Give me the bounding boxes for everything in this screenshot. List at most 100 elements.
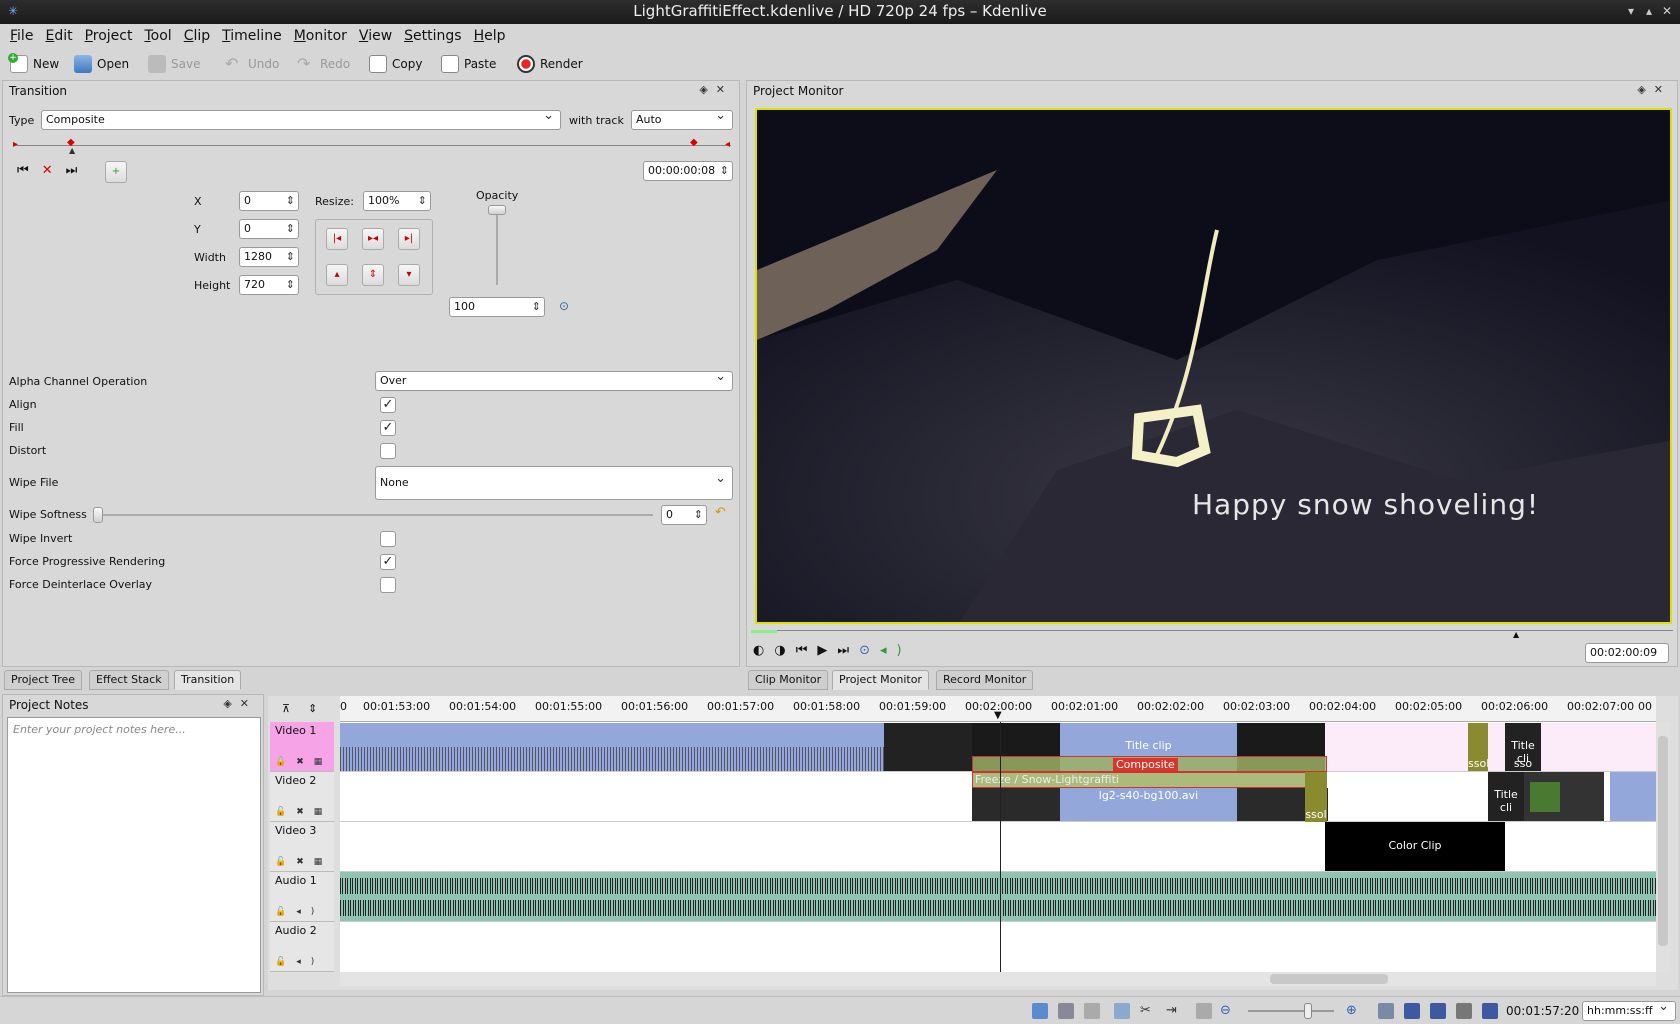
align-left-button[interactable]: |◂: [326, 228, 348, 250]
transition-dissolve[interactable]: ssol: [1305, 772, 1327, 822]
keyframe-marker[interactable]: ◆: [690, 137, 698, 148]
track-area[interactable]: Title clip Title cli sso Composite Freeze…: [340, 722, 1656, 972]
align-right-button[interactable]: ▸|: [398, 228, 420, 250]
x-field[interactable]: 0: [239, 191, 299, 211]
keyframe-cursor[interactable]: ▲: [69, 146, 75, 155]
markers-icon[interactable]: [1456, 1003, 1472, 1019]
distort-checkbox[interactable]: [380, 443, 396, 459]
show-audio-icon[interactable]: [1430, 1003, 1446, 1019]
notes-textarea[interactable]: Enter your project notes here...: [7, 717, 261, 993]
wipe-softness-field[interactable]: 0: [661, 505, 707, 525]
volume-icon[interactable]: ◂): [880, 643, 912, 658]
clip-video1-thumb[interactable]: [884, 723, 972, 771]
timeline-hscroll-handle[interactable]: [1270, 974, 1388, 984]
panel-controls[interactable]: ◈✕: [1637, 83, 1671, 96]
wipe-file-select[interactable]: None: [375, 463, 733, 500]
render-button[interactable]: Render: [517, 54, 583, 74]
track-header-video3[interactable]: Video 3 🔓✖▦: [270, 822, 334, 872]
clip-video1-pink2[interactable]: [1541, 723, 1656, 771]
menu-edit[interactable]: Edit: [39, 24, 78, 48]
minimize-icon[interactable]: ▾: [1624, 4, 1638, 18]
new-button[interactable]: + New: [8, 53, 59, 74]
align-top-button[interactable]: ▴: [326, 264, 348, 286]
show-video-thumb-icon[interactable]: [1404, 1003, 1420, 1019]
wipe-invert-checkbox[interactable]: [380, 531, 396, 547]
tab-project-monitor[interactable]: Project Monitor: [832, 670, 929, 690]
save-button[interactable]: Save: [148, 54, 200, 74]
keyframe-start-marker[interactable]: ▸: [13, 139, 18, 150]
reset-icon[interactable]: ↶: [715, 505, 726, 520]
track-icons[interactable]: 🔓✖▦: [275, 807, 332, 817]
track-header-audio1[interactable]: Audio 1 🔓◂): [270, 872, 334, 922]
opacity-slider[interactable]: [496, 205, 498, 285]
width-field[interactable]: 1280: [239, 247, 299, 267]
clip-video2-blue[interactable]: [1610, 772, 1656, 821]
clip-freeze[interactable]: Freeze / Snow-Lightgraffiti: [972, 772, 1317, 788]
y-field[interactable]: 0: [239, 219, 299, 239]
timeline-vscroll[interactable]: [1656, 722, 1670, 972]
select-tool-icon[interactable]: [1114, 1003, 1130, 1019]
force-progressive-checkbox[interactable]: ✓: [380, 554, 396, 570]
opacity-field[interactable]: 100: [449, 297, 545, 317]
type-select[interactable]: Composite: [41, 107, 561, 130]
panel-controls[interactable]: ◈✕: [223, 697, 257, 710]
track-header-video1[interactable]: Video 1 🔓✖▦: [270, 722, 334, 772]
menu-settings[interactable]: Settings: [398, 24, 467, 48]
undo-button[interactable]: ↶ Undo: [225, 54, 279, 74]
clip-video2-thumb[interactable]: [1524, 772, 1604, 821]
menu-clip[interactable]: Clip: [178, 24, 216, 48]
redo-button[interactable]: ↷ Redo: [297, 54, 350, 74]
audio-view-icon[interactable]: [1058, 1003, 1074, 1019]
snap-icon[interactable]: [1482, 1003, 1498, 1019]
menu-project[interactable]: Project: [79, 24, 139, 48]
alpha-select[interactable]: Over: [375, 368, 733, 391]
clip-video1-main[interactable]: [340, 723, 884, 771]
ruler-playhead[interactable]: ▼: [994, 710, 1002, 721]
align-checkbox[interactable]: ✓: [380, 397, 396, 413]
force-deinterlace-checkbox[interactable]: [380, 577, 396, 593]
collapse-icon[interactable]: ⊼: [282, 702, 308, 715]
align-vcenter-button[interactable]: ⇕: [362, 264, 384, 286]
monitor-ruler[interactable]: [751, 630, 1673, 631]
fit-zoom-icon[interactable]: [1196, 1003, 1212, 1019]
next-keyframe-icon[interactable]: ⏭: [66, 163, 91, 178]
menu-file[interactable]: File: [0, 24, 39, 48]
forward-icon[interactable]: ⏭: [837, 643, 859, 658]
menu-view[interactable]: View: [353, 24, 398, 48]
clip-title-2[interactable]: Title cli sso: [1505, 723, 1541, 771]
video-view-icon[interactable]: [1032, 1003, 1048, 1019]
clip-lg2[interactable]: lg2-s40-bg100.avi: [1060, 788, 1237, 821]
zoom-out-icon[interactable]: ⊖: [1220, 1003, 1236, 1019]
wipe-softness-handle[interactable]: [93, 507, 103, 523]
height-field[interactable]: 720: [239, 275, 299, 295]
track-icons[interactable]: 🔓◂): [275, 957, 324, 967]
opacity-slider-handle[interactable]: [488, 205, 506, 215]
menu-monitor[interactable]: Monitor: [288, 24, 353, 48]
maximize-icon[interactable]: ▴: [1642, 4, 1656, 18]
tab-clip-monitor[interactable]: Clip Monitor: [748, 670, 829, 690]
show-thumbnails-icon[interactable]: [1378, 1003, 1394, 1019]
expand-icon[interactable]: ⇕: [308, 702, 335, 715]
keyframe-time-field[interactable]: 00:00:00:08: [643, 161, 733, 181]
align-bottom-button[interactable]: ▾: [398, 264, 420, 286]
keyframe-end-marker[interactable]: ◂: [725, 139, 730, 150]
tab-project-tree[interactable]: Project Tree: [4, 670, 83, 690]
paste-button[interactable]: Paste: [441, 54, 496, 74]
menu-help[interactable]: Help: [468, 24, 512, 48]
video-frame[interactable]: Happy snow shoveling!: [755, 108, 1672, 624]
timeline-ruler[interactable]: 0 00:01:53:00 00:01:54:00 00:01:55:00 00…: [340, 696, 1656, 722]
transition-dissolve[interactable]: ssolve: [1468, 723, 1488, 771]
razor-tool-icon[interactable]: ✂: [1140, 1003, 1156, 1019]
monitor-timecode[interactable]: 00:02:00:09: [1585, 643, 1669, 663]
track-header-video2[interactable]: Video 2 🔓✖▦: [270, 772, 334, 822]
clip-audio1[interactable]: [340, 872, 1656, 921]
previous-keyframe-icon[interactable]: ⏮: [17, 163, 42, 178]
zone-end-icon[interactable]: ◑: [774, 643, 795, 658]
clip-color[interactable]: Color Clip: [1325, 822, 1505, 871]
rewind-icon[interactable]: ⏮: [796, 643, 818, 658]
track-icons[interactable]: 🔓✖▦: [275, 857, 332, 867]
zoom-slider-handle[interactable]: [1304, 1003, 1312, 1019]
timecode-format-select[interactable]: hh:mm:ss:ff: [1582, 998, 1676, 1021]
transition-composite[interactable]: Composite: [972, 756, 1327, 772]
track-header-audio2[interactable]: Audio 2 🔓◂): [270, 922, 334, 972]
